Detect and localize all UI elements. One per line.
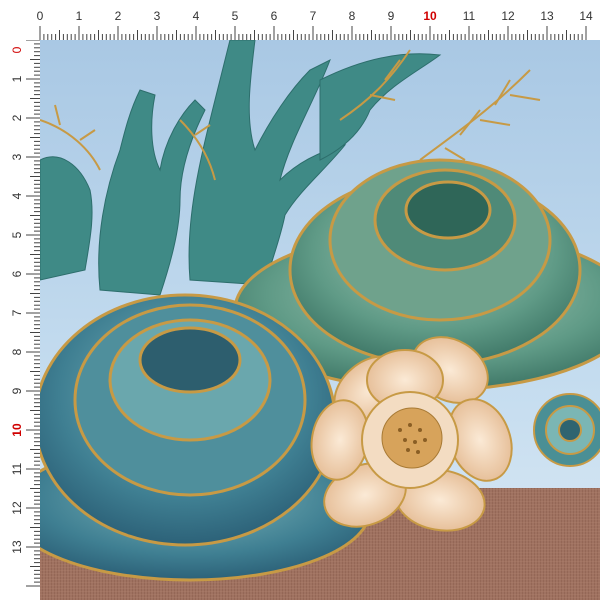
- top-ruler-label: 1: [76, 9, 83, 23]
- top-ruler-label: 14: [579, 9, 593, 23]
- left-ruler-label: 1: [10, 75, 24, 82]
- top-ruler-label: 2: [115, 9, 122, 23]
- left-ruler-label: 3: [10, 153, 24, 160]
- top-ruler-label: 13: [540, 9, 554, 23]
- fabric-artwork: [40, 40, 600, 600]
- small-rosette: [533, 393, 600, 467]
- left-ruler-label: 13: [10, 540, 24, 554]
- left-ruler-label: 8: [10, 348, 24, 355]
- top-ruler-label: 5: [232, 9, 239, 23]
- left-ruler: 0 1 2 3 4 5 6 7 8 9 10 11 12 13: [0, 39, 40, 600]
- left-ruler-label: 0: [10, 46, 24, 53]
- top-ruler-label: 4: [193, 9, 200, 23]
- top-ruler-label: 11: [463, 9, 476, 23]
- top-ruler-label: 9: [388, 9, 395, 23]
- top-ruler-label: 6: [271, 9, 278, 23]
- top-ruler-label: 8: [349, 9, 356, 23]
- top-ruler-label: 12: [501, 9, 515, 23]
- left-ruler-ticks: 012345678910111213: [10, 39, 40, 587]
- left-ruler-label: 12: [10, 501, 24, 515]
- top-ruler-label: 0: [37, 9, 44, 23]
- left-ruler-label: 10: [10, 423, 24, 437]
- left-ruler-label: 6: [10, 270, 24, 277]
- left-ruler-label: 9: [10, 387, 24, 394]
- left-ruler-label: 5: [10, 231, 24, 238]
- top-ruler-label: 10: [423, 9, 437, 23]
- left-ruler-label: 7: [10, 309, 24, 316]
- left-ruler-label: 4: [10, 192, 24, 199]
- left-ruler-label: 11: [10, 462, 24, 475]
- top-ruler-ticks: 0 1 2 3 4 5 6 7 8 9 10 11 12 13 14: [37, 9, 593, 40]
- top-ruler: 0 1 2 3 4 5 6 7 8 9 10 11 12 13 14: [0, 0, 600, 40]
- top-ruler-label: 3: [154, 9, 161, 23]
- left-ruler-label: 2: [10, 114, 24, 121]
- top-ruler-label: 7: [310, 9, 317, 23]
- artwork-illustration: [40, 40, 600, 600]
